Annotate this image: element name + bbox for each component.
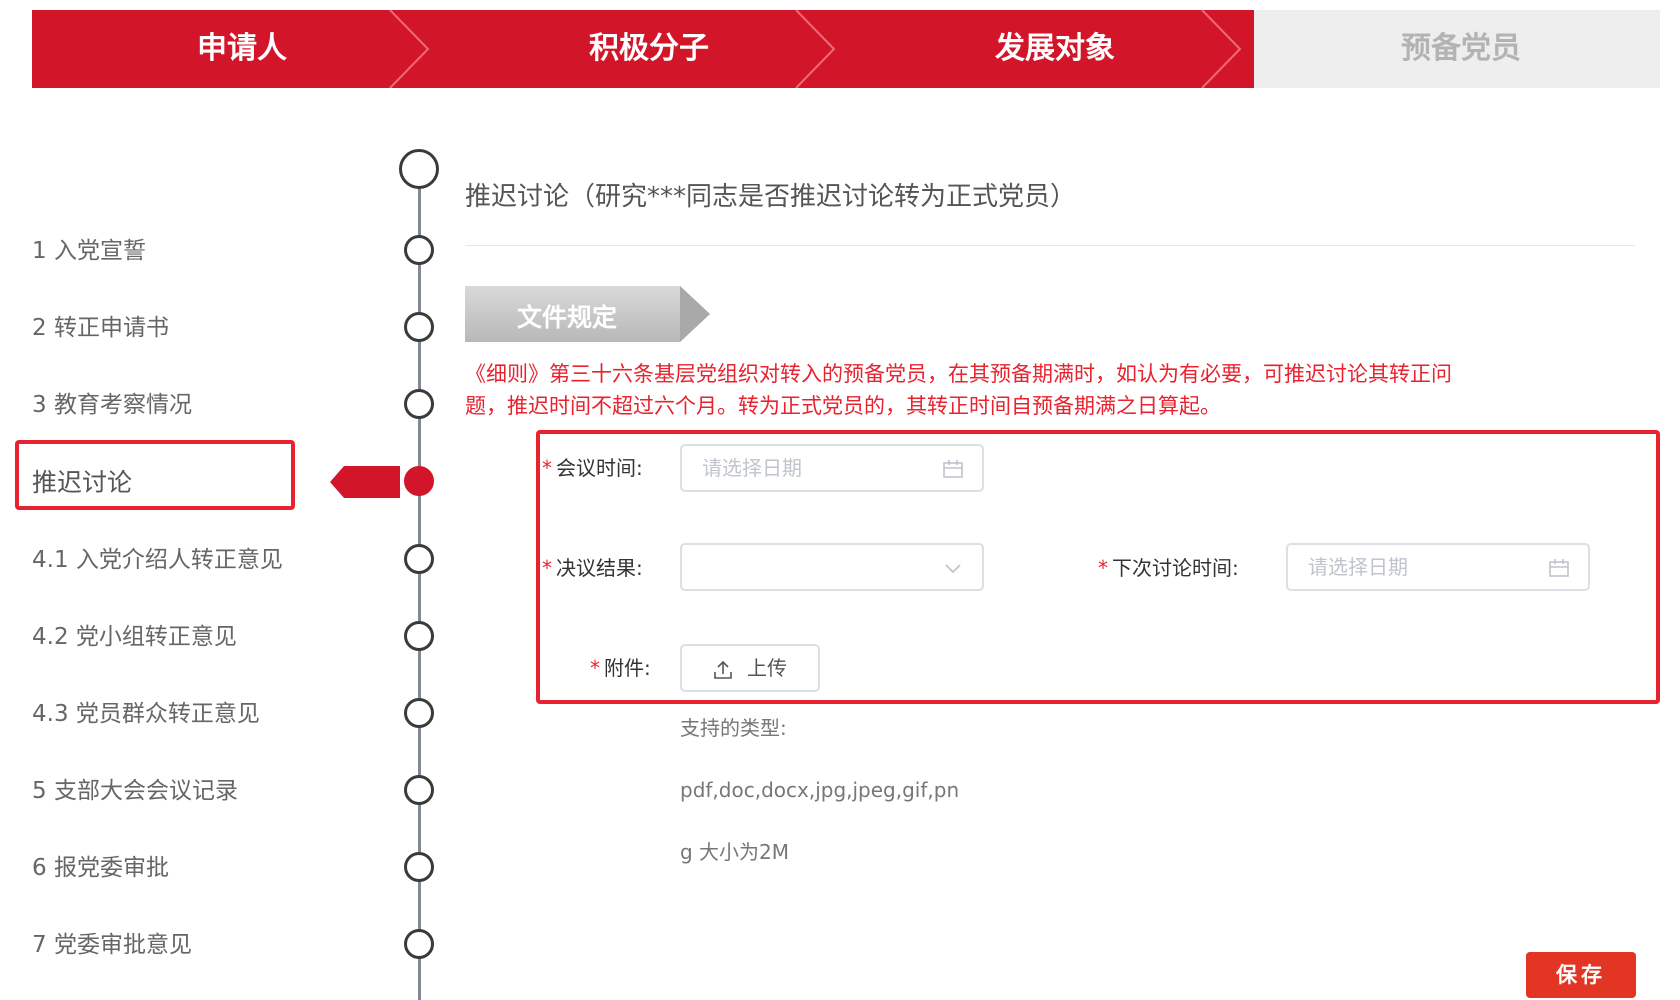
file-type-hint-title: 支持的类型: — [680, 716, 787, 740]
calendar-icon — [943, 460, 963, 478]
step-separator-chevron — [795, 10, 836, 88]
timeline-node — [404, 235, 434, 265]
calendar-icon — [1549, 559, 1569, 577]
required-mark: * — [542, 556, 552, 580]
regulation-line: 《细则》第三十六条基层党组织对转入的预备党员，在其预备期满时，如认为有必要，可推… — [465, 362, 1452, 386]
step-probationary-member[interactable]: 预备党员 — [1341, 10, 1581, 88]
next-discussion-datepicker[interactable]: 请选择日期 — [1286, 543, 1590, 591]
required-mark: * — [1098, 556, 1108, 580]
upload-button-label: 上传 — [747, 656, 787, 680]
nav-item-oath[interactable]: 1 入党宣誓 — [32, 236, 146, 266]
step-development-target[interactable]: 发展对象 — [935, 10, 1175, 88]
timeline-node — [404, 698, 434, 728]
nav-item-members-masses-opinion[interactable]: 4.3 党员群众转正意见 — [32, 699, 260, 729]
nav-item-introducer-opinion[interactable]: 4.1 入党介绍人转正意见 — [32, 545, 283, 575]
timeline-node-start — [399, 149, 439, 189]
attachment-label: * 附件: — [590, 656, 651, 680]
nav-item-education-inspection[interactable]: 3 教育考察情况 — [32, 390, 192, 420]
upload-icon — [714, 660, 732, 679]
divider — [465, 245, 1635, 246]
step-applicant[interactable]: 申请人 — [122, 10, 362, 88]
required-mark: * — [542, 456, 552, 480]
timeline-node — [404, 621, 434, 651]
timeline-node — [404, 389, 434, 419]
timeline-node — [404, 929, 434, 959]
nav-item-party-group-opinion[interactable]: 4.2 党小组转正意见 — [32, 622, 237, 652]
timeline-node — [404, 852, 434, 882]
upload-button[interactable]: 上传 — [680, 644, 820, 692]
file-size-hint: g 大小为2M — [680, 840, 790, 864]
timeline-node — [404, 544, 434, 574]
nav-item-branch-meeting-record[interactable]: 5 支部大会会议记录 — [32, 776, 238, 806]
required-mark: * — [590, 656, 600, 680]
save-button[interactable]: 保存 — [1526, 952, 1636, 998]
next-discussion-placeholder: 请选择日期 — [1308, 555, 1408, 579]
meeting-time-datepicker[interactable]: 请选择日期 — [680, 444, 984, 492]
resolution-label: * 决议结果: — [542, 556, 643, 580]
current-step-pointer-icon — [330, 466, 400, 498]
step-separator-chevron — [1201, 10, 1242, 88]
document-rules-label: 文件规定 — [517, 303, 618, 332]
nav-item-regularization-application[interactable]: 2 转正申请书 — [32, 313, 169, 343]
file-type-hint-list: pdf,doc,docx,jpg,jpeg,gif,pn — [680, 778, 960, 802]
regulation-text: 《细则》第三十六条基层党组织对转入的预备党员，在其预备期满时，如认为有必要，可推… — [465, 358, 1615, 422]
nav-item-committee-opinion[interactable]: 7 党委审批意见 — [32, 930, 192, 960]
meeting-time-label: * 会议时间: — [542, 456, 643, 480]
nav-item-postpone-discussion[interactable]: 推迟讨论 — [32, 468, 132, 498]
step-separator-chevron — [389, 10, 430, 88]
timeline-node-active — [404, 466, 434, 496]
meeting-time-placeholder: 请选择日期 — [702, 456, 802, 480]
progress-stepper: 申请人 积极分子 发展对象 预备党员 — [32, 10, 1660, 88]
chevron-down-icon — [945, 564, 961, 574]
step-activist[interactable]: 积极分子 — [529, 10, 769, 88]
resolution-select[interactable] — [680, 543, 984, 591]
next-discussion-time-label: * 下次讨论时间: — [1098, 556, 1239, 580]
regulation-line: 题，推迟时间不超过六个月。转为正式党员的，其转正时间自预备期满之日算起。 — [465, 394, 1221, 418]
section-title: 推迟讨论（研究***同志是否推迟讨论转为正式党员） — [465, 182, 1077, 212]
timeline-node — [404, 312, 434, 342]
nav-item-report-committee[interactable]: 6 报党委审批 — [32, 853, 169, 883]
timeline-node — [404, 775, 434, 805]
